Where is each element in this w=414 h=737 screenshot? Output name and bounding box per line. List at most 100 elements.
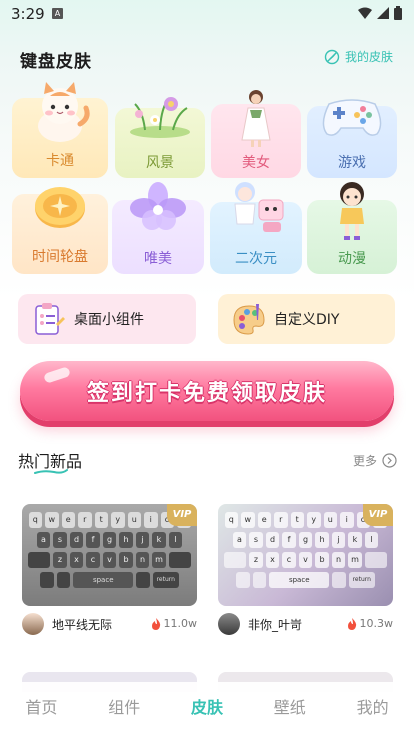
key: t <box>290 512 304 528</box>
nav-home[interactable]: 首页 <box>0 682 83 737</box>
avatar <box>22 613 44 635</box>
flower-icon <box>130 97 190 138</box>
author-name: 非你_叶岢 <box>248 617 303 632</box>
custom-diy-button[interactable]: 自定义DIY <box>218 294 395 344</box>
shift-key <box>224 552 247 568</box>
cat-icon <box>38 82 90 142</box>
key: k <box>152 532 166 548</box>
wifi-icon <box>358 7 372 19</box>
key: r <box>78 512 92 528</box>
nav-mine[interactable]: 我的 <box>331 682 414 737</box>
key: g <box>102 532 117 548</box>
chevron-right-icon <box>382 453 397 468</box>
battery-icon <box>394 6 402 20</box>
key <box>56 572 71 588</box>
doll-icon <box>340 182 364 240</box>
crystal-flower-icon <box>130 182 186 230</box>
key: s <box>249 532 263 548</box>
key: e <box>257 512 271 528</box>
tool-label: 桌面小组件 <box>74 312 144 328</box>
category-label: 游戏 <box>338 155 366 171</box>
banner-shine <box>43 366 71 384</box>
key: c <box>86 552 100 568</box>
keyboard-row: space return <box>28 572 191 588</box>
key: a <box>232 532 247 548</box>
category-time-wheel[interactable]: 时间轮盘 <box>12 187 108 274</box>
key: c <box>282 552 296 568</box>
heat-value: 10.3w <box>359 617 394 630</box>
key: h <box>119 532 133 548</box>
key: n <box>331 552 346 568</box>
desktop-widget-button[interactable]: 桌面小组件 <box>18 294 196 344</box>
skin-card[interactable]: q w e r t y u i o p a s d f g h j k l z … <box>22 504 197 636</box>
palette-icon <box>233 304 265 335</box>
avatar <box>218 613 240 635</box>
vip-badge: VIP <box>167 504 197 526</box>
category-scenery[interactable]: 风景 <box>115 97 205 178</box>
coin-wheel-icon <box>35 187 85 228</box>
key: g <box>298 532 313 548</box>
keyboard-row: space return <box>224 572 387 588</box>
my-skin-link[interactable]: 我的皮肤 <box>324 48 393 65</box>
category-aesthetic[interactable]: 唯美 <box>112 182 204 274</box>
category-animation[interactable]: 动漫 <box>307 182 397 274</box>
keyboard-preview: q w e r t y u i o p a s d f g h j k l z … <box>22 504 197 606</box>
category-label: 卡通 <box>46 153 74 169</box>
more-link[interactable]: 更多 <box>353 452 397 469</box>
key: s <box>53 532 67 548</box>
key: m <box>348 552 362 568</box>
key: e <box>61 512 75 528</box>
nav-skins[interactable]: 皮肤 <box>166 682 249 737</box>
keyboard-row: z x c v b n m <box>28 552 191 568</box>
author-row: 地平线无际 11.0w <box>22 612 197 636</box>
key: u <box>127 512 141 528</box>
key: v <box>298 552 313 568</box>
key: x <box>69 552 84 568</box>
clipboard-icon <box>35 303 65 335</box>
anime-icon <box>234 182 284 232</box>
key: a <box>36 532 51 548</box>
key: q <box>28 512 42 528</box>
backspace-key <box>168 552 191 568</box>
key: h <box>315 532 329 548</box>
key: i <box>340 512 354 528</box>
keyboard-row: a s d f g h j k l <box>28 532 191 548</box>
category-cartoon[interactable]: 卡通 <box>12 82 108 178</box>
keyboard-row: z x c v b n m <box>224 552 387 568</box>
category-beauty[interactable]: 美女 <box>211 90 301 178</box>
key: u <box>323 512 337 528</box>
status-time: 3:29 <box>11 5 45 23</box>
category-label: 二次元 <box>235 251 277 267</box>
vip-badge: VIP <box>363 504 393 526</box>
key: b <box>119 552 133 568</box>
key: x <box>265 552 280 568</box>
key: l <box>364 532 379 548</box>
key: m <box>152 552 166 568</box>
key: y <box>307 512 321 528</box>
key: f <box>86 532 100 548</box>
fire-icon <box>151 617 160 630</box>
status-icons <box>358 6 402 20</box>
checkin-banner-button[interactable]: 签到打卡免费领取皮肤 <box>20 361 394 421</box>
key <box>252 572 267 588</box>
heat-count: 10.3w <box>347 617 394 630</box>
author-name: 地平线无际 <box>52 617 113 632</box>
key: v <box>102 552 117 568</box>
category-label: 动漫 <box>338 251 366 267</box>
bottom-nav: 首页 组件 皮肤 壁纸 我的 <box>0 682 414 737</box>
notification-a-icon: A <box>52 8 63 19</box>
tool-label: 自定义DIY <box>274 312 340 328</box>
fire-icon <box>347 617 356 630</box>
category-anime[interactable]: 二次元 <box>210 182 302 274</box>
nav-widgets[interactable]: 组件 <box>83 682 166 737</box>
banner-label: 签到打卡免费领取皮肤 <box>86 381 327 406</box>
return-key: return <box>152 572 179 588</box>
key: w <box>241 512 255 528</box>
nav-wallpaper[interactable]: 壁纸 <box>248 682 331 737</box>
return-key: return <box>348 572 375 588</box>
category-label: 唯美 <box>144 251 172 267</box>
skin-card[interactable]: q w e r t y u i o p a s d f g h j k l z … <box>218 504 393 636</box>
category-game[interactable]: 游戏 <box>307 99 397 178</box>
key: w <box>45 512 59 528</box>
key: j <box>135 532 150 548</box>
